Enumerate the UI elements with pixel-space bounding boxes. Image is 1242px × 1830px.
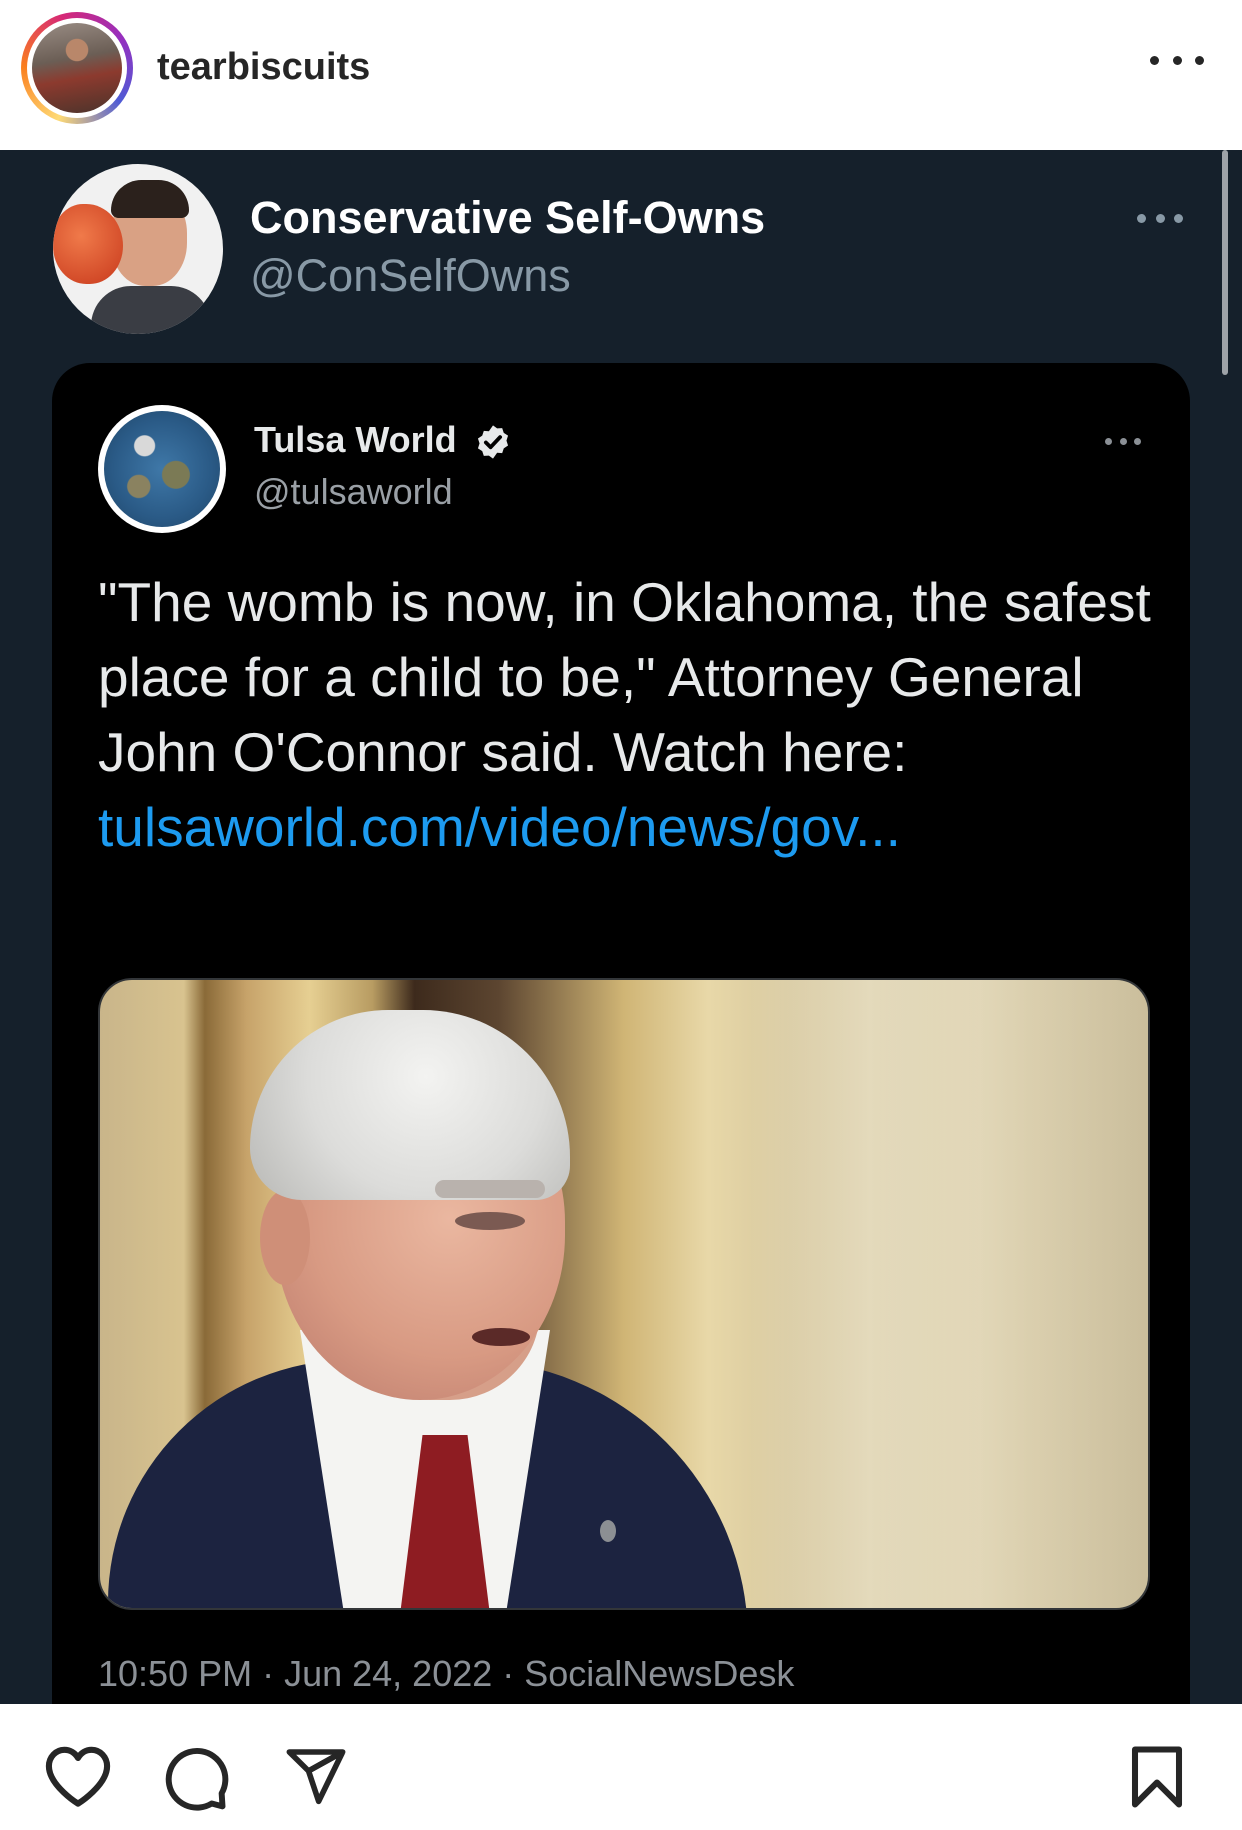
- tweet-link: tulsaworld.com/video/news/gov...: [98, 796, 901, 858]
- tweet-more-icon: [1137, 213, 1183, 223]
- more-options-icon[interactable]: [1150, 50, 1204, 70]
- post-header: tearbiscuits: [0, 0, 1242, 150]
- bookmark-icon[interactable]: [1128, 1744, 1186, 1810]
- photo-brow: [435, 1180, 545, 1198]
- photo-lapel-pin: [600, 1520, 616, 1542]
- tweet-author-avatar: [98, 405, 226, 533]
- retweeter-avatar: [53, 164, 223, 334]
- photo-hair: [250, 1010, 570, 1200]
- dot: [1172, 55, 1182, 65]
- dot: [1105, 437, 1112, 445]
- share-icon[interactable]: [283, 1744, 349, 1808]
- user-avatar[interactable]: [32, 23, 122, 113]
- photo-ear: [260, 1190, 310, 1285]
- tweet-photo: [98, 978, 1150, 1610]
- tweet-author-handle: @tulsaworld: [254, 471, 453, 512]
- tweet-text: "The womb is now, in Oklahoma, the safes…: [98, 571, 1151, 783]
- retweeter-name: Conservative Self-Owns: [250, 192, 766, 243]
- photo-mouth: [472, 1328, 530, 1346]
- photo-background: [750, 980, 1148, 1608]
- photo-eye: [455, 1212, 525, 1230]
- tweet-text-block: "The womb is now, in Oklahoma, the safes…: [98, 565, 1158, 865]
- quoted-tweet-card: Tulsa World @tulsaworld "The womb is now…: [52, 363, 1190, 1704]
- dot: [1155, 213, 1165, 223]
- globe-icon: [104, 411, 220, 527]
- dot: [1119, 437, 1127, 445]
- heart-icon[interactable]: [42, 1744, 114, 1808]
- comment-icon[interactable]: [163, 1744, 231, 1812]
- dot: [1174, 213, 1183, 223]
- avatar-frame: [27, 18, 127, 118]
- story-ring[interactable]: [21, 12, 133, 124]
- dot: [1137, 213, 1146, 223]
- scrollbar: [1222, 150, 1228, 375]
- post-image[interactable]: Conservative Self-Owns @ConSelfOwns Tuls…: [0, 150, 1242, 1704]
- tweet-timestamp: 10:50 PM · Jun 24, 2022 · SocialNewsDesk: [98, 1653, 795, 1694]
- avatar-suit: [91, 286, 211, 334]
- post-username[interactable]: tearbiscuits: [157, 46, 370, 89]
- dot: [1195, 55, 1204, 65]
- tweet-card-more-icon: [1105, 437, 1141, 445]
- post-action-bar: [0, 1704, 1242, 1830]
- avatar-hair: [111, 180, 189, 218]
- dot: [1134, 437, 1141, 445]
- tweet-author-name: Tulsa World: [254, 419, 457, 460]
- verified-badge-icon: [477, 425, 509, 459]
- retweeter-handle: @ConSelfOwns: [250, 250, 571, 301]
- boxing-glove-icon: [53, 204, 123, 284]
- dot: [1150, 55, 1159, 65]
